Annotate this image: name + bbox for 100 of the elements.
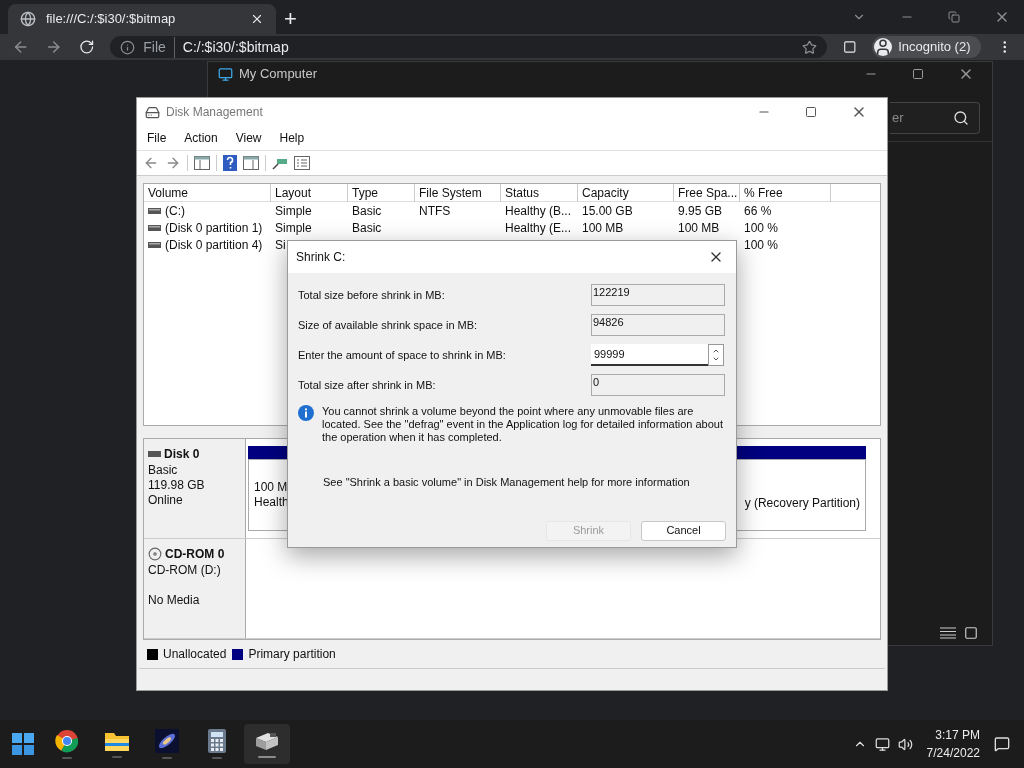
- search-field[interactable]: er: [890, 101, 980, 134]
- field-label: Enter the amount of space to shrink in MB:: [298, 347, 506, 363]
- column-header[interactable]: Volume: [144, 184, 271, 202]
- table-cell-text: 15.00 GB: [582, 202, 633, 220]
- disk-info: Basic: [148, 463, 179, 478]
- legend-label: Primary partition: [248, 646, 336, 663]
- clock-time[interactable]: 3:17 PM: [935, 726, 980, 744]
- computer-icon: [218, 66, 233, 82]
- browser-tab[interactable]: file:///C:/:$i30/:$bitmap: [8, 4, 276, 34]
- galaxy-icon: [155, 729, 179, 753]
- disk-management-icon: [145, 104, 160, 120]
- details-view-icon[interactable]: [940, 627, 956, 639]
- column-header[interactable]: Status: [501, 184, 578, 202]
- table-cell-text: (C:): [165, 202, 185, 220]
- volume-icon: [148, 224, 161, 231]
- bookmark-icon[interactable]: [801, 39, 817, 55]
- search-input[interactable]: er: [890, 107, 940, 128]
- table-cell-text: 100 MB: [678, 219, 720, 237]
- table-cell-text: (Disk 0 partition 1): [165, 219, 263, 237]
- table-cell-text: Basic: [352, 219, 382, 237]
- table-cell-text: Healthy (E...: [505, 219, 572, 237]
- spin-down-icon[interactable]: [712, 355, 720, 363]
- forward-icon[interactable]: [165, 155, 181, 171]
- menu-item[interactable]: View: [235, 129, 262, 147]
- properties-icon[interactable]: [294, 156, 310, 170]
- window-title: Disk Management: [166, 104, 264, 121]
- network-icon[interactable]: [874, 736, 890, 752]
- address-scheme: File: [143, 36, 175, 58]
- column-header[interactable]: Free Spa...: [674, 184, 740, 202]
- readonly-field: 94826: [591, 314, 725, 336]
- menu-item[interactable]: Action: [184, 129, 218, 147]
- help-icon[interactable]: [223, 155, 237, 171]
- window-title: My Computer: [239, 65, 319, 84]
- dialog-title: Shrink C:: [296, 249, 347, 266]
- readonly-field: 122219: [591, 284, 725, 306]
- close-icon[interactable]: [250, 12, 264, 26]
- column-header[interactable]: File System: [415, 184, 501, 202]
- restore-icon[interactable]: [948, 11, 960, 23]
- incognito-avatar-icon: [874, 38, 893, 56]
- globe-icon: [20, 11, 36, 27]
- info-icon: [120, 39, 136, 55]
- spin-up-icon[interactable]: [712, 347, 720, 355]
- table-cell-text: Simple: [275, 219, 312, 237]
- tab-title: file:///C:/:$i30/:$bitmap: [46, 10, 177, 29]
- legend-label: Unallocated: [163, 646, 227, 663]
- disk-info: Online: [148, 493, 184, 508]
- spin-control[interactable]: [708, 344, 724, 366]
- menu-item[interactable]: File: [147, 129, 167, 147]
- menu-item[interactable]: Help: [279, 129, 305, 147]
- column-header[interactable]: Type: [348, 184, 415, 202]
- profile-chip[interactable]: Incognito (2): [872, 36, 981, 58]
- tiles-view-icon[interactable]: [964, 626, 978, 640]
- notification-icon[interactable]: [994, 736, 1010, 752]
- dialog-button[interactable]: Cancel: [641, 520, 726, 541]
- column-header[interactable]: % Free: [740, 184, 831, 202]
- amount-field[interactable]: 99999: [591, 344, 708, 366]
- reload-icon[interactable]: [78, 39, 95, 55]
- table-cell-text: Basic: [352, 202, 382, 220]
- disk-name: CD-ROM 0: [165, 546, 225, 563]
- partition-text: 100 M: [254, 480, 289, 495]
- start-icon[interactable]: [12, 733, 34, 755]
- disk-drive-icon: [254, 730, 280, 752]
- disk-info: 119.98 GB: [148, 478, 206, 493]
- field-label: Size of available shrink space in MB:: [298, 317, 478, 333]
- table-cell-text: 100 %: [744, 236, 779, 254]
- table-cell-text: Simple: [275, 202, 312, 220]
- column-header[interactable]: Layout: [271, 184, 348, 202]
- maximize-icon[interactable]: [805, 106, 817, 118]
- info-icon: [298, 405, 314, 421]
- new-tab-button[interactable]: +: [284, 8, 297, 30]
- column-header[interactable]: Capacity: [578, 184, 674, 202]
- table-cell-text: NTFS: [419, 202, 451, 220]
- volume-icon: [148, 241, 161, 248]
- table-cell-text: (Disk 0 partition 4): [165, 236, 263, 254]
- partition-text: y (Recovery Partition): [744, 494, 860, 512]
- extension-icon[interactable]: [842, 40, 857, 54]
- disk-info: No Media: [148, 593, 201, 608]
- help-text: See "Shrink a basic volume" in Disk Management help for more information: [322, 475, 691, 490]
- info-text: You cannot shrink a volume beyond the point where any unmovable files are located. See the "defrag" event in the Application log for detailed information about the operation when it has completed.: [321, 405, 724, 444]
- table-cell-text: Si: [275, 236, 286, 254]
- disk-info: CD-ROM (D:): [148, 563, 222, 578]
- table-cell-text: 66 %: [744, 202, 772, 220]
- address-text: C:/:$i30/:$bitmap: [182, 37, 289, 57]
- maximize-icon[interactable]: [912, 68, 924, 80]
- back-icon[interactable]: [143, 155, 159, 171]
- table-cell-text: Healthy (B...: [505, 202, 572, 220]
- field-label: Total size before shrink in MB:: [298, 287, 445, 303]
- readonly-field: 0: [591, 374, 725, 396]
- table-cell-text: 100 MB: [582, 219, 624, 237]
- calculator-icon: [208, 729, 226, 753]
- profile-label: Incognito (2): [898, 38, 971, 57]
- cd-icon: [148, 547, 162, 561]
- taskbar-app[interactable]: [244, 724, 290, 764]
- volume-icon[interactable]: [897, 736, 913, 752]
- chrome-icon: [55, 729, 79, 753]
- address-bar[interactable]: File C:/:$i30/:$bitmap: [110, 36, 827, 58]
- clock-date[interactable]: 7/24/2022: [926, 744, 980, 762]
- table-cell-text: 9.95 GB: [678, 202, 723, 220]
- search-icon[interactable]: [953, 109, 969, 126]
- field-label: Total size after shrink in MB:: [298, 377, 436, 393]
